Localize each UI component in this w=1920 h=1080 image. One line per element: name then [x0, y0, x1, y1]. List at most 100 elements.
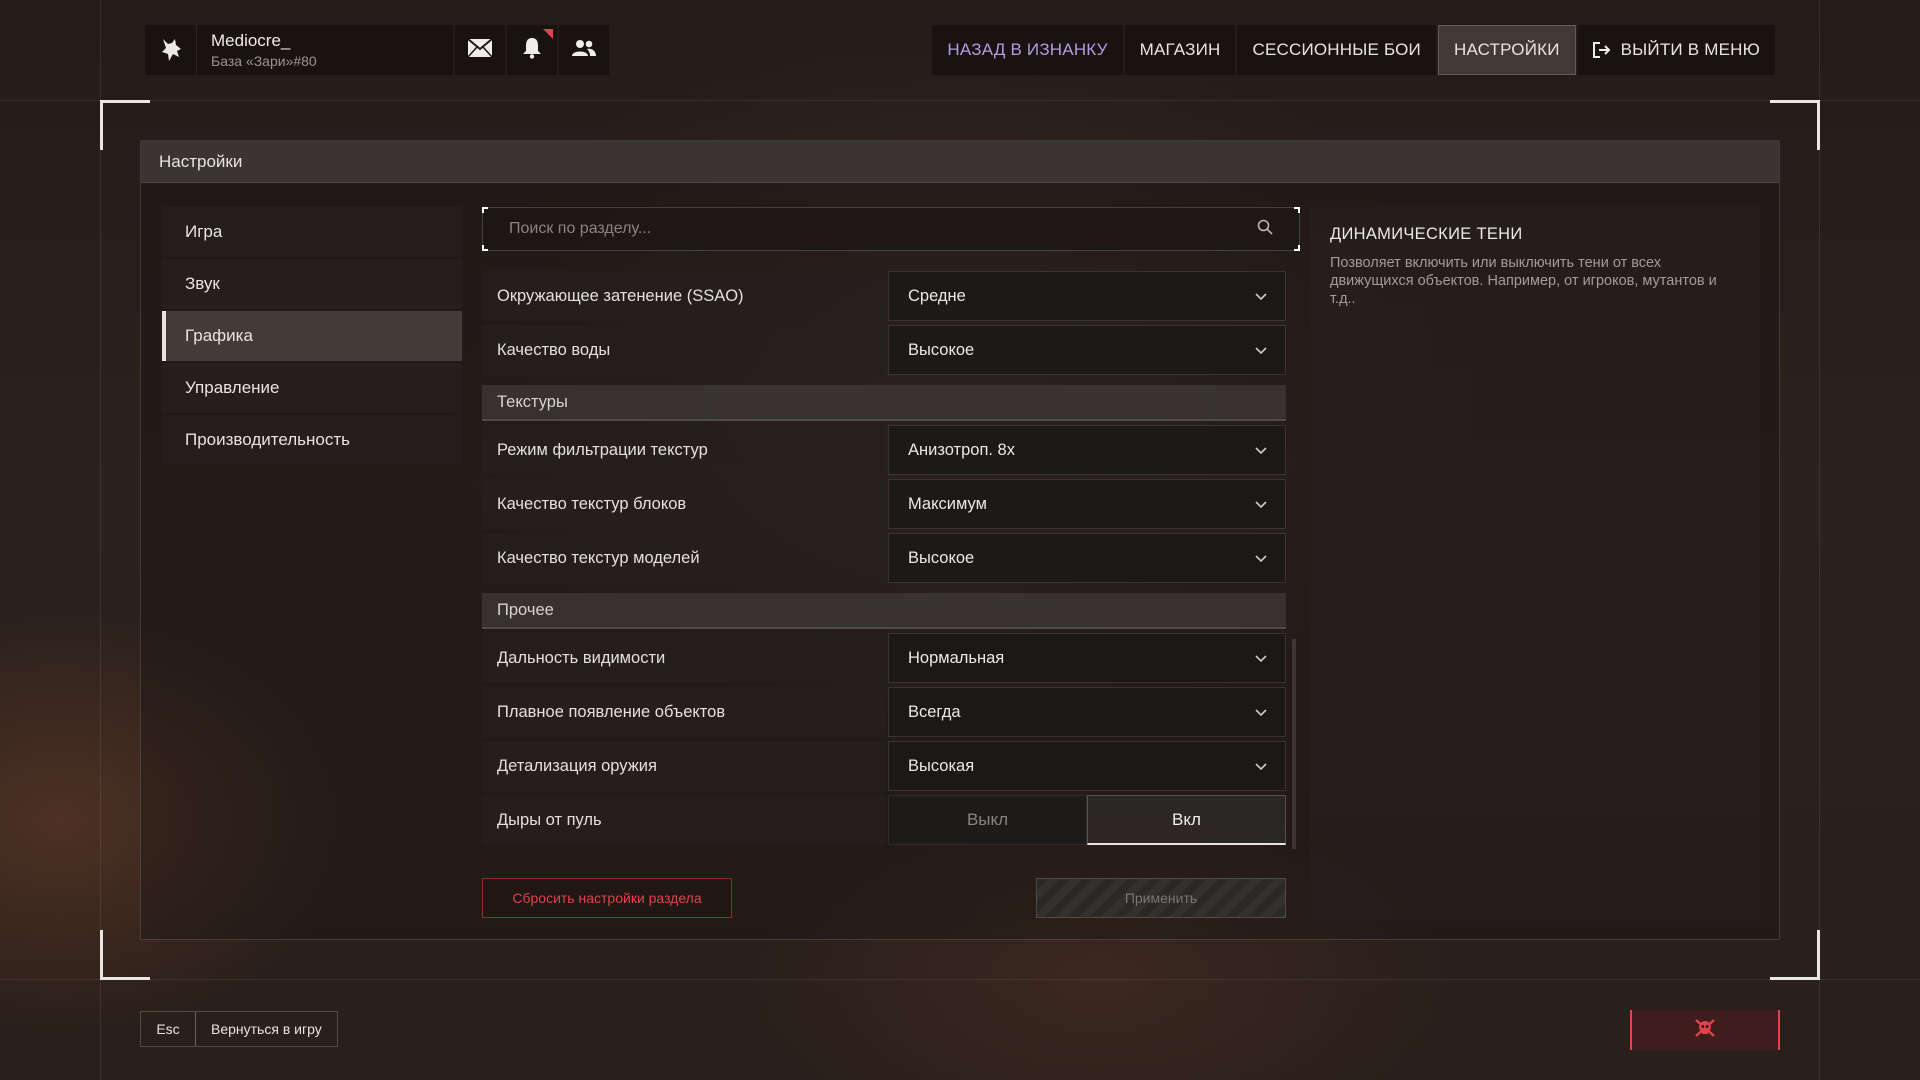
- texture-filter-dropdown[interactable]: Анизотроп. 8x: [888, 425, 1286, 475]
- setting-label: Режим фильтрации текстур: [482, 425, 886, 475]
- dropdown-value: Высокое: [908, 548, 975, 567]
- top-navigation: НАЗАД В ИЗНАНКУ МАГАЗИН СЕССИОННЫЕ БОИ Н…: [932, 25, 1775, 75]
- danger-button[interactable]: [1630, 1010, 1780, 1050]
- sidebar-item-controls[interactable]: Управление: [162, 363, 462, 413]
- frame-line-left: [100, 0, 101, 1080]
- setting-label: Качество текстур блоков: [482, 479, 886, 529]
- friends-button[interactable]: [559, 25, 609, 75]
- friends-icon: [572, 39, 596, 62]
- dropdown-value: Максимум: [908, 494, 987, 513]
- fade-in-dropdown[interactable]: Всегда: [888, 687, 1286, 737]
- skull-crossbones-icon: [1694, 1018, 1716, 1043]
- section-header-other: Прочее: [482, 593, 1286, 629]
- search-corner-mark: [482, 245, 488, 251]
- section-header-textures: Текстуры: [482, 385, 1286, 421]
- chevron-down-icon: [1255, 703, 1267, 722]
- frame-line-right: [1819, 0, 1820, 1080]
- setting-row-water: Качество воды Высокое: [482, 325, 1286, 375]
- chevron-down-icon: [1255, 649, 1267, 668]
- setting-label: Детализация оружия: [482, 741, 886, 791]
- search-input[interactable]: [509, 220, 1257, 238]
- weapon-detail-dropdown[interactable]: Высокая: [888, 741, 1286, 791]
- search-corner-mark: [1294, 245, 1300, 251]
- notifications-button[interactable]: [507, 25, 557, 75]
- dropdown-value: Нормальная: [908, 648, 1005, 667]
- frame-line-bottom: [0, 979, 1920, 980]
- setting-label: Качество текстур моделей: [482, 533, 886, 583]
- nav-exit-label: ВЫЙТИ В МЕНЮ: [1620, 40, 1760, 59]
- sidebar-item-sound[interactable]: Звук: [162, 259, 462, 309]
- wolf-logo-icon[interactable]: [145, 25, 197, 75]
- chevron-down-icon: [1255, 549, 1267, 568]
- setting-row-ssao: Окружающее затенение (SSAO) Средне: [482, 271, 1286, 321]
- profile-bar: Mediocre_ База «Зари»#80: [145, 25, 615, 75]
- dropdown-value: Всегда: [908, 702, 961, 721]
- settings-list[interactable]: Окружающее затенение (SSAO) Средне Качес…: [482, 271, 1286, 858]
- player-name: Mediocre_: [211, 31, 291, 50]
- water-quality-dropdown[interactable]: Высокое: [888, 325, 1286, 375]
- apply-button[interactable]: Применить: [1036, 878, 1286, 918]
- sidebar-item-game[interactable]: Игра: [162, 207, 462, 257]
- setting-label: Дыры от пуль: [482, 795, 886, 845]
- bell-icon: [522, 37, 542, 64]
- settings-sidebar: Игра Звук Графика Управление Производите…: [162, 207, 462, 467]
- model-texture-dropdown[interactable]: Высокое: [888, 533, 1286, 583]
- view-distance-dropdown[interactable]: Нормальная: [888, 633, 1286, 683]
- notification-indicator: [543, 29, 553, 39]
- chevron-down-icon: [1255, 287, 1267, 306]
- setting-row-texture-filter: Режим фильтрации текстур Анизотроп. 8x: [482, 425, 1286, 475]
- setting-info-panel: ДИНАМИЧЕСКИЕ ТЕНИ Позволяет включить или…: [1310, 207, 1760, 919]
- nav-session-battles[interactable]: СЕССИОННЫЕ БОИ: [1237, 25, 1436, 75]
- frame-line-top: [0, 100, 1920, 101]
- nav-settings[interactable]: НАСТРОЙКИ: [1437, 25, 1576, 75]
- settings-scrollbar[interactable]: [1292, 639, 1296, 849]
- setting-label: Качество воды: [482, 325, 886, 375]
- setting-label: Окружающее затенение (SSAO): [482, 271, 886, 321]
- dropdown-value: Анизотроп. 8x: [908, 440, 1015, 459]
- search-corner-mark: [1294, 207, 1300, 213]
- setting-label: Плавное появление объектов: [482, 687, 886, 737]
- sidebar-item-performance[interactable]: Производительность: [162, 415, 462, 465]
- return-to-game-button[interactable]: Esc Вернуться в игру: [140, 1011, 338, 1047]
- chevron-down-icon: [1255, 495, 1267, 514]
- chevron-down-icon: [1255, 757, 1267, 776]
- info-description: Позволяет включить или выключить тени от…: [1330, 255, 1717, 307]
- setting-row-block-textures: Качество текстур блоков Максимум: [482, 479, 1286, 529]
- toggle-off-option[interactable]: Выкл: [888, 795, 1087, 845]
- exit-icon: [1592, 42, 1611, 58]
- section-search: [482, 207, 1300, 251]
- setting-row-bullet-holes: Дыры от пуль Выкл Вкл: [482, 795, 1286, 845]
- settings-actions: Сбросить настройки раздела Применить: [482, 878, 1286, 918]
- nav-back-to-izнанка[interactable]: НАЗАД В ИЗНАНКУ: [932, 25, 1123, 75]
- search-corner-mark: [482, 207, 488, 213]
- dropdown-value: Высокая: [908, 756, 975, 775]
- dropdown-value: Средне: [908, 286, 966, 305]
- dropdown-value: Высокое: [908, 340, 975, 359]
- setting-row-weapon-detail: Детализация оружия Высокая: [482, 741, 1286, 791]
- search-icon[interactable]: [1257, 219, 1273, 240]
- esc-key-hint: Esc: [141, 1012, 196, 1046]
- info-title: ДИНАМИЧЕСКИЕ ТЕНИ: [1330, 225, 1523, 243]
- ssao-dropdown[interactable]: Средне: [888, 271, 1286, 321]
- nav-exit-to-menu[interactable]: ВЫЙТИ В МЕНЮ: [1577, 25, 1775, 75]
- toggle-on-option[interactable]: Вкл: [1087, 795, 1286, 845]
- reset-section-button[interactable]: Сбросить настройки раздела: [482, 878, 732, 918]
- setting-row-fade-in: Плавное появление объектов Всегда: [482, 687, 1286, 737]
- settings-content: Окружающее затенение (SSAO) Средне Качес…: [482, 207, 1300, 858]
- sidebar-item-graphics[interactable]: Графика: [162, 311, 462, 361]
- block-texture-dropdown[interactable]: Максимум: [888, 479, 1286, 529]
- setting-row-model-textures: Качество текстур моделей Высокое: [482, 533, 1286, 583]
- chevron-down-icon: [1255, 441, 1267, 460]
- setting-label: Дальность видимости: [482, 633, 886, 683]
- mail-button[interactable]: [455, 25, 505, 75]
- nav-shop[interactable]: МАГАЗИН: [1124, 25, 1236, 75]
- settings-panel: Настройки Игра Звук Графика Управление П…: [140, 140, 1780, 940]
- bullet-holes-toggle: Выкл Вкл: [888, 795, 1286, 845]
- setting-row-view-distance: Дальность видимости Нормальная: [482, 633, 1286, 683]
- mail-icon: [467, 37, 493, 63]
- profile-info[interactable]: Mediocre_ База «Зари»#80: [197, 25, 453, 75]
- return-to-game-label: Вернуться в игру: [211, 1021, 322, 1037]
- chevron-down-icon: [1255, 341, 1267, 360]
- player-base: База «Зари»#80: [211, 53, 317, 69]
- panel-title: Настройки: [141, 141, 1779, 183]
